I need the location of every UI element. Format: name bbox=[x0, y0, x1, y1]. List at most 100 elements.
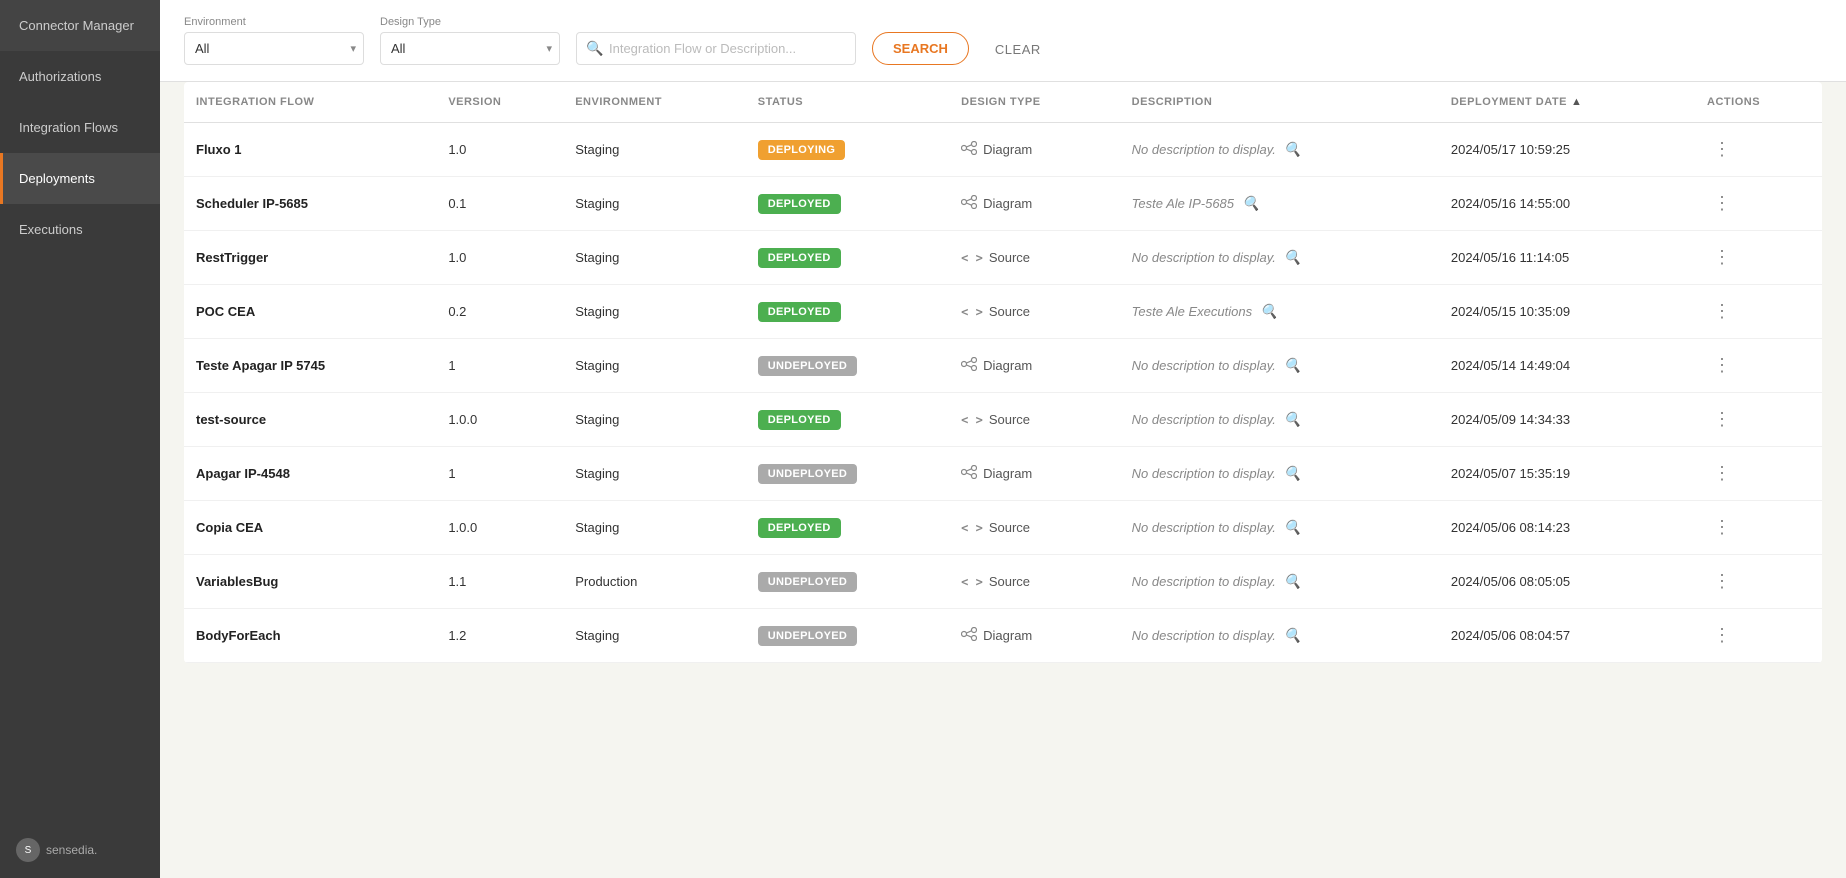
sidebar: Connector ManagerAuthorizationsIntegrati… bbox=[0, 0, 160, 878]
design-type-cell: < >Source bbox=[949, 555, 1120, 609]
magnify-icon[interactable]: 🔍 bbox=[1284, 141, 1301, 158]
description-text: No description to display. bbox=[1132, 520, 1276, 535]
description-cell: No description to display. 🔍 bbox=[1120, 393, 1439, 447]
magnify-icon[interactable]: 🔍 bbox=[1284, 627, 1301, 644]
environment-select[interactable]: All Staging Production bbox=[184, 32, 364, 65]
description-text: No description to display. bbox=[1132, 574, 1276, 589]
flow-name: Fluxo 1 bbox=[196, 142, 242, 157]
table-row: Scheduler IP-56850.1StagingDEPLOYED Diag… bbox=[184, 177, 1822, 231]
col-header-status: STATUS bbox=[746, 82, 949, 123]
magnify-icon[interactable]: 🔍 bbox=[1284, 357, 1301, 374]
deployment-date-cell: 2024/05/14 14:49:04 bbox=[1439, 339, 1695, 393]
status-badge: DEPLOYED bbox=[758, 410, 841, 430]
status-cell: UNDEPLOYED bbox=[746, 447, 949, 501]
actions-menu-button[interactable]: ⋮ bbox=[1707, 461, 1737, 486]
search-input[interactable] bbox=[576, 32, 856, 65]
deployment-date-cell: 2024/05/16 11:14:05 bbox=[1439, 231, 1695, 285]
col-header-description: DESCRIPTION bbox=[1120, 82, 1439, 123]
logo-icon: S bbox=[16, 838, 40, 862]
actions-menu-button[interactable]: ⋮ bbox=[1707, 407, 1737, 432]
version-cell: 1 bbox=[436, 339, 563, 393]
environment-cell: Staging bbox=[563, 447, 746, 501]
deployment-date-cell: 2024/05/07 15:35:19 bbox=[1439, 447, 1695, 501]
table-body: Fluxo 11.0StagingDEPLOYING Diagram No de… bbox=[184, 123, 1822, 663]
actions-menu-button[interactable]: ⋮ bbox=[1707, 569, 1737, 594]
status-cell: UNDEPLOYED bbox=[746, 339, 949, 393]
status-badge: DEPLOYING bbox=[758, 140, 846, 160]
magnify-icon[interactable]: 🔍 bbox=[1260, 303, 1277, 320]
deployment-date-cell: 2024/05/15 10:35:09 bbox=[1439, 285, 1695, 339]
status-cell: DEPLOYED bbox=[746, 231, 949, 285]
actions-menu-button[interactable]: ⋮ bbox=[1707, 245, 1737, 270]
design-type-label: Diagram bbox=[983, 628, 1032, 643]
environment-cell: Staging bbox=[563, 285, 746, 339]
design-type-cell: < >Source bbox=[949, 231, 1120, 285]
sidebar-item-deployments[interactable]: Deployments bbox=[0, 153, 160, 204]
design-type-label: Design Type bbox=[380, 16, 560, 28]
version-cell: 1.0.0 bbox=[436, 501, 563, 555]
magnify-icon[interactable]: 🔍 bbox=[1284, 249, 1301, 266]
col-header-integration-flow: INTEGRATION FLOW bbox=[184, 82, 436, 123]
actions-menu-button[interactable]: ⋮ bbox=[1707, 623, 1737, 648]
actions-cell: ⋮ bbox=[1695, 231, 1822, 285]
status-badge: UNDEPLOYED bbox=[758, 626, 857, 646]
sidebar-item-authorizations[interactable]: Authorizations bbox=[0, 51, 160, 102]
status-cell: DEPLOYED bbox=[746, 177, 949, 231]
design-type-label: Diagram bbox=[983, 196, 1032, 211]
clear-button[interactable]: CLEAR bbox=[985, 34, 1051, 65]
design-type-cell: Diagram bbox=[949, 447, 1120, 501]
sort-arrow-deployment-date: ▲ bbox=[1571, 96, 1582, 108]
status-cell: UNDEPLOYED bbox=[746, 555, 949, 609]
sidebar-item-integration-flows[interactable]: Integration Flows bbox=[0, 102, 160, 153]
magnify-icon[interactable]: 🔍 bbox=[1242, 195, 1259, 212]
environment-cell: Staging bbox=[563, 177, 746, 231]
environment-filter-group: Environment All Staging Production bbox=[184, 16, 364, 65]
flow-name: Teste Apagar IP 5745 bbox=[196, 358, 325, 373]
table-container: INTEGRATION FLOWVERSIONENVIRONMENTSTATUS… bbox=[160, 82, 1846, 878]
source-icon: < > bbox=[961, 521, 983, 535]
environment-cell: Staging bbox=[563, 393, 746, 447]
diagram-icon bbox=[961, 465, 977, 482]
deployment-date-cell: 2024/05/09 14:34:33 bbox=[1439, 393, 1695, 447]
flow-name-cell: Teste Apagar IP 5745 bbox=[184, 339, 436, 393]
actions-cell: ⋮ bbox=[1695, 285, 1822, 339]
flow-name: Apagar IP-4548 bbox=[196, 466, 290, 481]
col-header-deployment-date[interactable]: DEPLOYMENT DATE▲ bbox=[1439, 82, 1695, 123]
actions-menu-button[interactable]: ⋮ bbox=[1707, 299, 1737, 324]
design-type-cell: Diagram bbox=[949, 177, 1120, 231]
status-badge: DEPLOYED bbox=[758, 248, 841, 268]
magnify-icon[interactable]: 🔍 bbox=[1284, 573, 1301, 590]
description-cell: Teste Ale Executions 🔍 bbox=[1120, 285, 1439, 339]
magnify-icon[interactable]: 🔍 bbox=[1284, 411, 1301, 428]
magnify-icon[interactable]: 🔍 bbox=[1284, 465, 1301, 482]
search-button[interactable]: SEARCH bbox=[872, 32, 969, 65]
version-cell: 1.0 bbox=[436, 123, 563, 177]
actions-menu-button[interactable]: ⋮ bbox=[1707, 353, 1737, 378]
flow-name: VariablesBug bbox=[196, 574, 278, 589]
deployment-date-cell: 2024/05/17 10:59:25 bbox=[1439, 123, 1695, 177]
flow-name-cell: Apagar IP-4548 bbox=[184, 447, 436, 501]
diagram-icon bbox=[961, 195, 977, 212]
environment-cell: Staging bbox=[563, 501, 746, 555]
flow-name-cell: Copia CEA bbox=[184, 501, 436, 555]
design-type-filter-group: Design Type All Diagram Source bbox=[380, 16, 560, 65]
deployment-date-cell: 2024/05/16 14:55:00 bbox=[1439, 177, 1695, 231]
description-cell: No description to display. 🔍 bbox=[1120, 231, 1439, 285]
actions-menu-button[interactable]: ⋮ bbox=[1707, 515, 1737, 540]
status-badge: DEPLOYED bbox=[758, 302, 841, 322]
actions-cell: ⋮ bbox=[1695, 555, 1822, 609]
design-type-select[interactable]: All Diagram Source bbox=[380, 32, 560, 65]
version-cell: 1.2 bbox=[436, 609, 563, 663]
sidebar-item-executions[interactable]: Executions bbox=[0, 204, 160, 255]
description-text: No description to display. bbox=[1132, 250, 1276, 265]
source-icon: < > bbox=[961, 413, 983, 427]
actions-menu-button[interactable]: ⋮ bbox=[1707, 191, 1737, 216]
magnify-icon[interactable]: 🔍 bbox=[1284, 519, 1301, 536]
design-type-label: Diagram bbox=[983, 358, 1032, 373]
flow-name-cell: test-source bbox=[184, 393, 436, 447]
flow-name: BodyForEach bbox=[196, 628, 281, 643]
version-cell: 1.0.0 bbox=[436, 393, 563, 447]
actions-menu-button[interactable]: ⋮ bbox=[1707, 137, 1737, 162]
sidebar-item-connector-manager[interactable]: Connector Manager bbox=[0, 0, 160, 51]
table-row: BodyForEach1.2StagingUNDEPLOYED Diagram … bbox=[184, 609, 1822, 663]
